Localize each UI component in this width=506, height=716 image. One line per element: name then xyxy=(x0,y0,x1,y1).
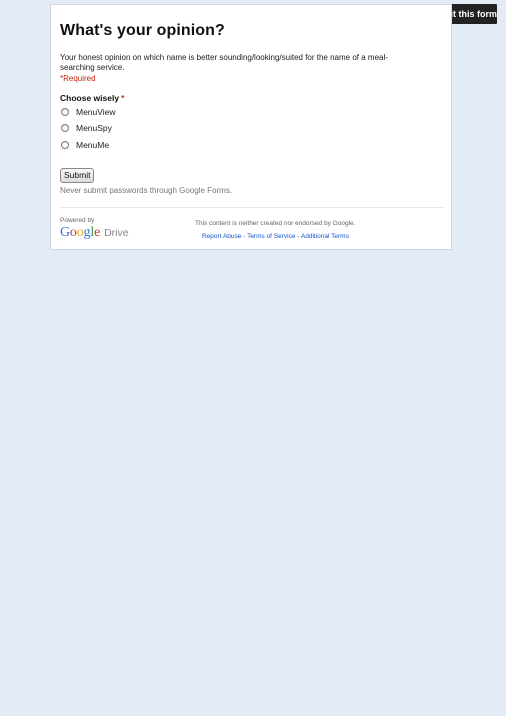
submit-button[interactable]: Submit xyxy=(60,168,95,183)
form-description: Your honest opinion on which name is bet… xyxy=(60,53,388,72)
footer-links: Report Abuse - Terms of Service - Additi… xyxy=(202,233,349,240)
form-card: What's your opinion? Your honest opinion… xyxy=(50,4,452,250)
disclaimer-text: This content is neither created nor endo… xyxy=(195,220,356,227)
radio-button[interactable] xyxy=(61,124,69,132)
required-asterisk: * xyxy=(121,93,125,103)
footer-divider xyxy=(60,207,444,208)
form-title: What's your opinion? xyxy=(60,22,225,39)
powered-by-label: Powered by xyxy=(60,217,95,224)
question-title: Choose wisely * xyxy=(60,93,124,103)
option-menume[interactable]: MenuMe xyxy=(61,140,109,150)
drive-wordmark: Drive xyxy=(104,227,129,239)
option-label: MenuMe xyxy=(76,140,110,150)
option-label: MenuView xyxy=(76,107,116,117)
report-abuse-link[interactable]: Report Abuse xyxy=(202,233,241,240)
google-drive-logo[interactable]: Google Drive xyxy=(60,225,129,241)
question-title-text: Choose wisely xyxy=(60,93,120,103)
page: Edit this form What's your opinion? Your… xyxy=(0,0,506,716)
terms-of-service-link[interactable]: Terms of Service xyxy=(247,233,295,240)
google-logo-wordmark: Google xyxy=(60,225,101,240)
option-menuview[interactable]: MenuView xyxy=(61,107,116,117)
password-warning: Never submit passwords through Google Fo… xyxy=(60,186,233,195)
radio-button[interactable] xyxy=(61,108,69,116)
additional-terms-link[interactable]: Additional Terms xyxy=(301,233,349,240)
radio-button[interactable] xyxy=(61,141,69,149)
required-note: *Required xyxy=(60,74,96,83)
option-label: MenuSpy xyxy=(76,123,112,133)
option-menuspy[interactable]: MenuSpy xyxy=(61,123,112,133)
